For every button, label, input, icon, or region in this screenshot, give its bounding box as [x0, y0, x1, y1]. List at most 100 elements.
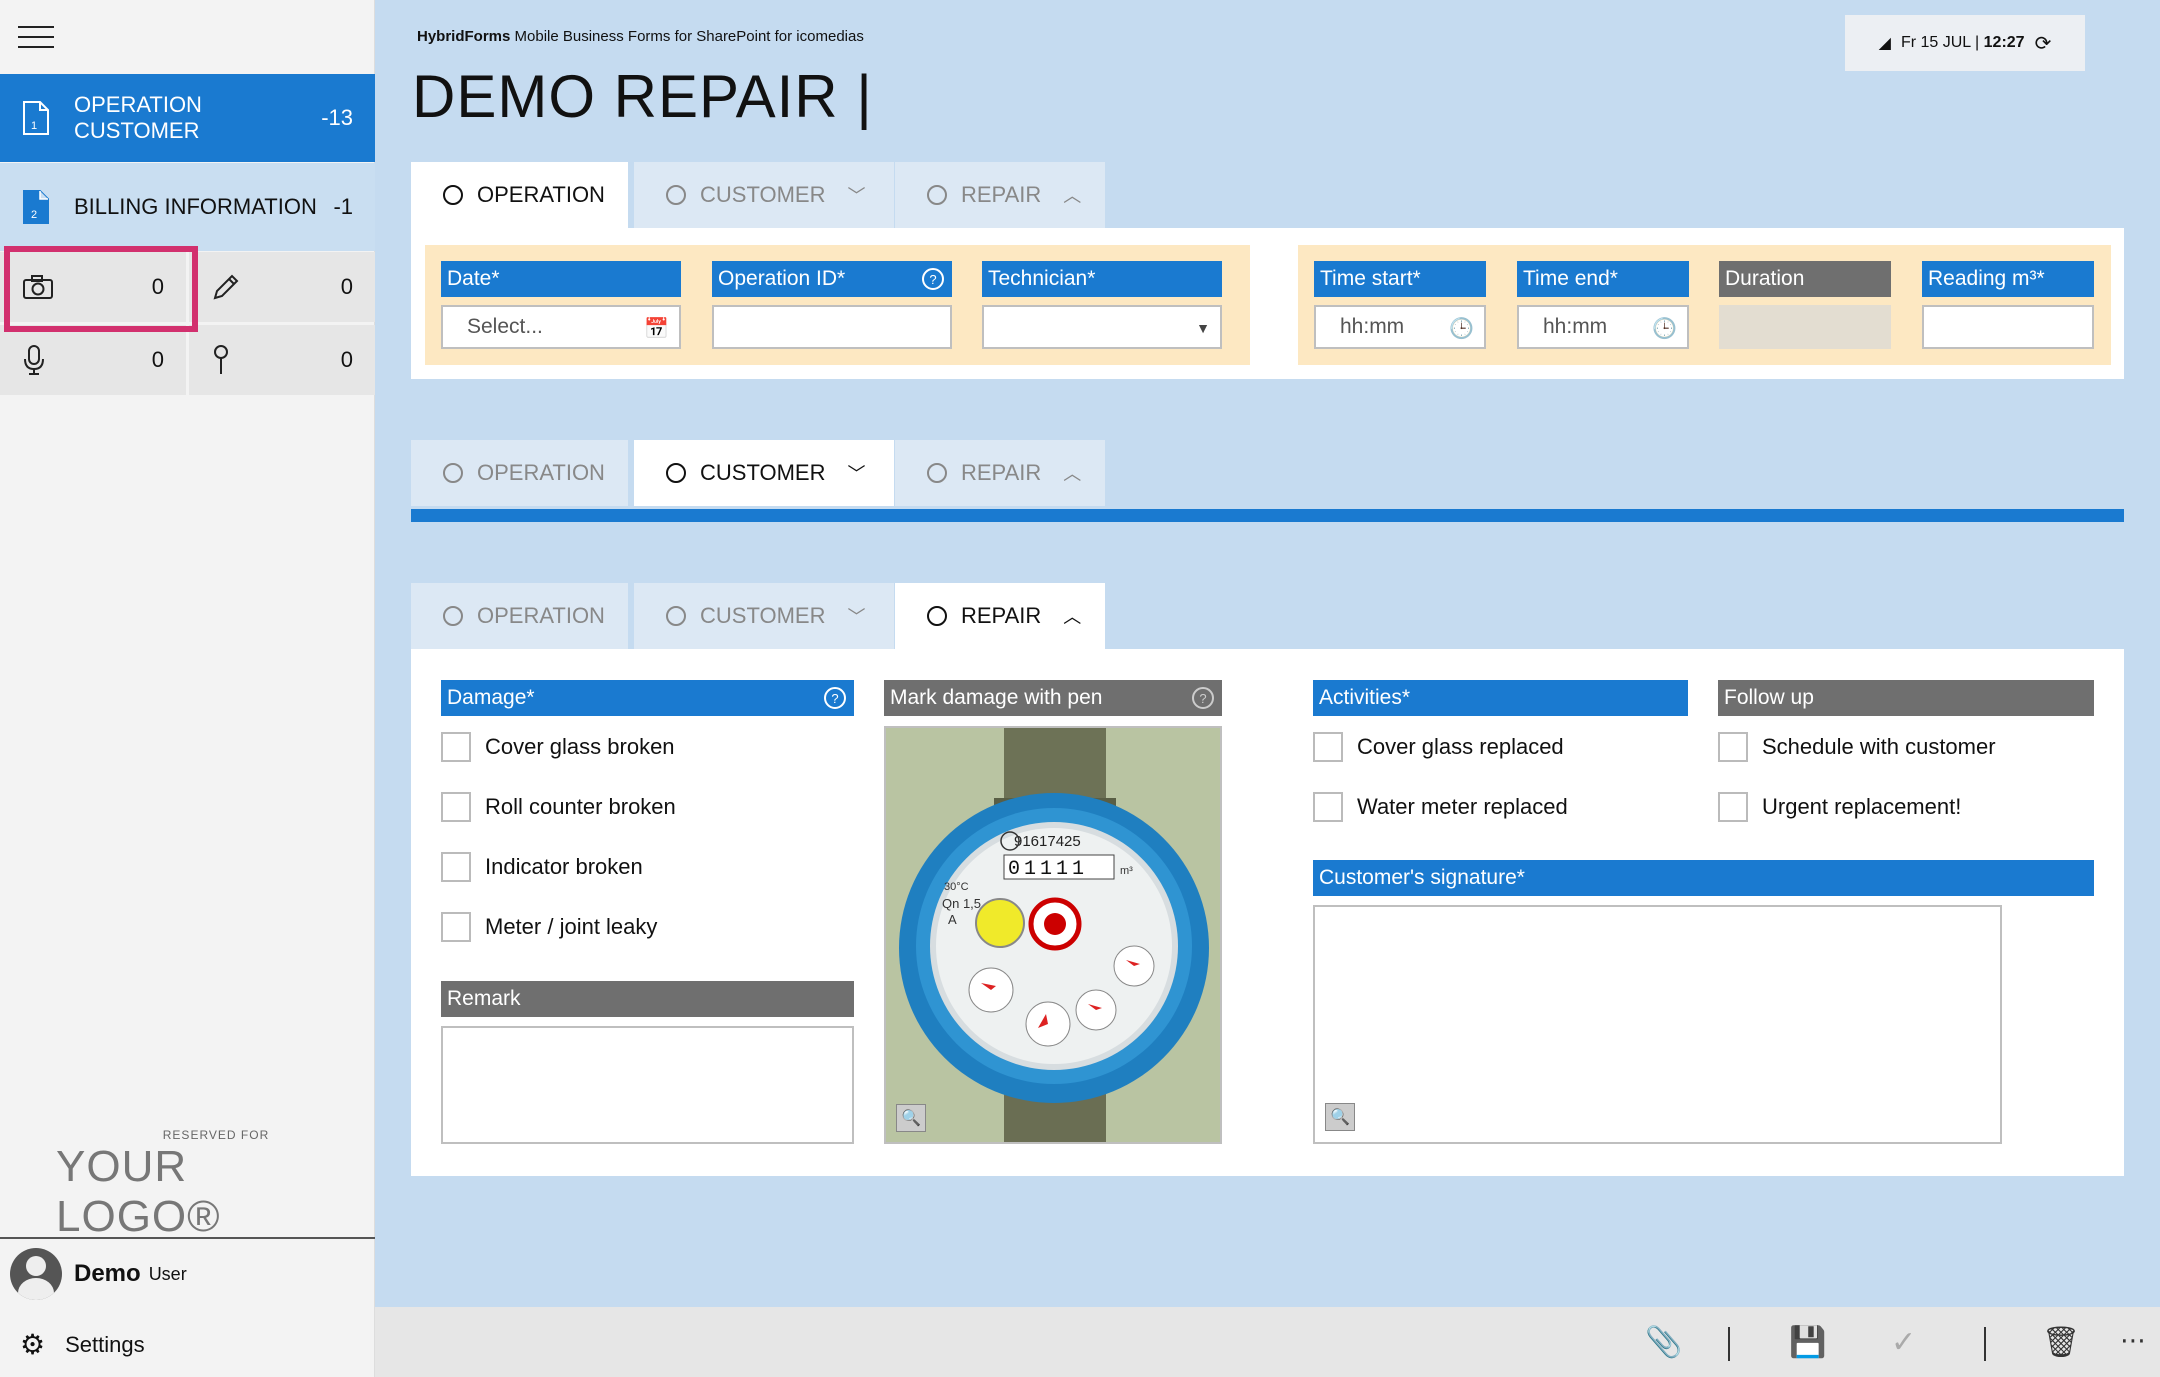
radio-icon: [443, 463, 463, 483]
tab-repair[interactable]: REPAIR ︿: [895, 440, 1105, 506]
brand-tagline: Mobile Business Forms for SharePoint for…: [510, 28, 864, 45]
checkbox-indicator-broken[interactable]: Indicator broken: [441, 852, 643, 882]
checkbox[interactable]: [441, 732, 471, 762]
repair-panel: Damage*? Cover glass broken Roll counter…: [411, 649, 2124, 1176]
tab-operation[interactable]: OPERATION: [411, 162, 628, 228]
checkbox[interactable]: [441, 852, 471, 882]
brand-name: HybridForms: [417, 28, 511, 45]
zoom-icon[interactable]: 🔍: [896, 1104, 926, 1132]
checkbox[interactable]: [1313, 792, 1343, 822]
map-pin-icon: [214, 345, 228, 374]
svg-text:1: 1: [31, 120, 37, 132]
trash-icon[interactable]: 🗑: [2042, 1325, 2080, 1360]
microphone-counter[interactable]: 0: [0, 325, 186, 395]
chevron-up-icon: ︿: [1063, 464, 1082, 484]
radio-icon: [443, 606, 463, 626]
date-picker[interactable]: Select... 📅: [441, 305, 681, 349]
document-icon: 1: [23, 101, 49, 135]
help-icon[interactable]: ?: [922, 268, 944, 290]
tab-label: REPAIR: [961, 460, 1042, 485]
hamburger-menu-icon[interactable]: [18, 26, 54, 48]
status-time: 12:27: [1983, 34, 2025, 51]
help-icon[interactable]: ?: [1192, 687, 1214, 709]
tab-customer[interactable]: CUSTOMER ﹀: [634, 583, 894, 649]
checkbox-urgent-replacement[interactable]: Urgent replacement!: [1718, 792, 1961, 822]
checkbox-schedule-with-customer[interactable]: Schedule with customer: [1718, 732, 1996, 762]
toolbar-separator: [1984, 1327, 1986, 1361]
operation-panel: Date* Select... 📅 Operation ID*? Technici…: [411, 228, 2124, 379]
damage-sketch-canvas[interactable]: 91617425 01111 m³ 30°C Qn 1,5 A 🔍: [884, 726, 1222, 1144]
document-icon: 2: [23, 190, 49, 224]
highlight-frame: [4, 246, 198, 332]
checkbox-label: Water meter replaced: [1357, 794, 1568, 819]
chevron-up-icon: ︿: [1063, 607, 1082, 627]
checkbox-label: Meter / joint leaky: [485, 914, 658, 939]
user-name: Demo: [74, 1260, 141, 1287]
reading-input[interactable]: [1922, 305, 2094, 349]
sync-icon[interactable]: ⟳: [2035, 31, 2052, 56]
checkbox-water-meter-replaced[interactable]: Water meter replaced: [1313, 792, 1568, 822]
checkbox[interactable]: [441, 912, 471, 942]
tab-customer[interactable]: CUSTOMER ﹀: [634, 162, 894, 228]
tab-operation[interactable]: OPERATION: [411, 440, 628, 506]
status-date: Fr 15 JUL |: [1900, 34, 1984, 51]
signature-pad[interactable]: 🔍: [1313, 905, 2002, 1144]
checkbox-cover-glass-replaced[interactable]: Cover glass replaced: [1313, 732, 1564, 762]
sidebar-item-operation-customer[interactable]: 1 OPERATION CUSTOMER -13: [0, 74, 375, 162]
chevron-down-icon: ﹀: [847, 186, 866, 206]
tab-label: CUSTOMER: [700, 182, 826, 207]
clock-icon: 🕒: [1449, 318, 1474, 340]
settings-link[interactable]: ⚙ Settings: [20, 1328, 145, 1361]
chevron-down-icon: ﹀: [847, 607, 866, 627]
checkbox[interactable]: [1313, 732, 1343, 762]
remark-textarea[interactable]: [441, 1026, 854, 1144]
checkbox[interactable]: [441, 792, 471, 822]
gear-icon: ⚙: [20, 1329, 46, 1360]
user-profile[interactable]: Demo User: [10, 1246, 187, 1302]
tab-repair[interactable]: REPAIR ︿: [895, 162, 1105, 228]
location-counter[interactable]: 0: [189, 325, 375, 395]
time-end-input[interactable]: hh:mm 🕒: [1517, 305, 1689, 349]
remark-label: Remark: [441, 981, 854, 1017]
tab-operation[interactable]: OPERATION: [411, 583, 628, 649]
pen-counter[interactable]: 0: [189, 252, 375, 322]
checkbox-meter-joint-leaky[interactable]: Meter / joint leaky: [441, 912, 657, 942]
zoom-icon[interactable]: 🔍: [1325, 1103, 1355, 1131]
time-start-label: Time start*: [1314, 261, 1486, 297]
logo-caption: RESERVED FOR: [162, 1128, 270, 1142]
damage-label-text: Damage*: [447, 686, 535, 709]
checkbox[interactable]: [1718, 732, 1748, 762]
checkbox-label: Urgent replacement!: [1762, 794, 1962, 819]
operation-id-input[interactable]: [712, 305, 952, 349]
checkbox-roll-counter-broken[interactable]: Roll counter broken: [441, 792, 676, 822]
more-options-icon[interactable]: ⋯: [2120, 1325, 2146, 1356]
nav-label: OPERATION CUSTOMER: [74, 92, 202, 143]
chevron-down-icon: ﹀: [847, 464, 866, 484]
checkbox-label: Cover glass replaced: [1357, 734, 1564, 759]
tab-customer[interactable]: CUSTOMER ﹀: [634, 440, 894, 506]
technician-select[interactable]: ▼: [982, 305, 1222, 349]
svg-text:2: 2: [31, 209, 37, 221]
activities-label: Activities*: [1313, 680, 1688, 716]
checkbox-label: Indicator broken: [485, 854, 643, 879]
radio-icon: [927, 606, 947, 626]
duration-label: Duration: [1719, 261, 1891, 297]
meter-temp: 30°C: [944, 881, 969, 893]
logo-text: YOUR LOGO®: [56, 1142, 221, 1241]
tab-repair[interactable]: REPAIR ︿: [895, 583, 1105, 649]
time-start-input[interactable]: hh:mm 🕒: [1314, 305, 1486, 349]
help-icon[interactable]: ?: [824, 687, 846, 709]
sidebar-item-billing-information[interactable]: 2 BILLING INFORMATION -1: [0, 163, 375, 251]
save-icon[interactable]: 💾: [1789, 1325, 1826, 1360]
date-label: Date*: [441, 261, 681, 297]
checkbox[interactable]: [1718, 792, 1748, 822]
chevron-up-icon: ︿: [1063, 186, 1082, 206]
attachment-icon[interactable]: 📎: [1645, 1325, 1682, 1360]
checkbox-label: Schedule with customer: [1762, 734, 1996, 759]
mark-damage-label-text: Mark damage with pen: [890, 686, 1103, 709]
checkbox-cover-glass-broken[interactable]: Cover glass broken: [441, 732, 675, 762]
meter-qn: Qn 1,5: [942, 896, 981, 911]
duration-field: [1719, 305, 1891, 349]
tab-label: OPERATION: [477, 603, 605, 628]
checkmark-icon[interactable]: ✓: [1891, 1325, 1916, 1360]
